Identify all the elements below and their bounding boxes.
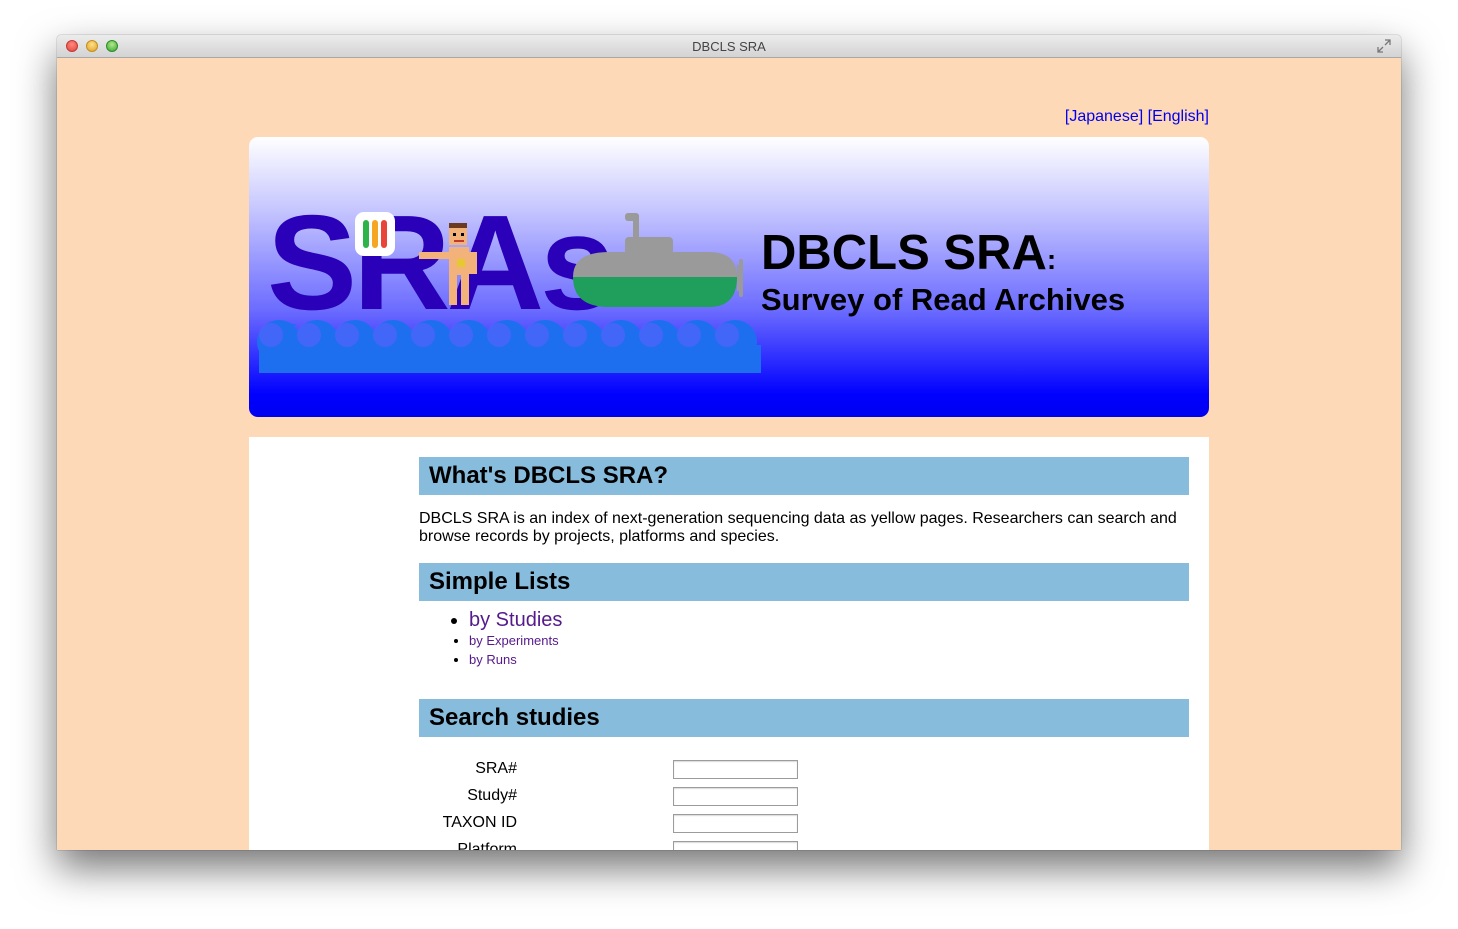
banner-subtitle: Survey of Read Archives xyxy=(761,282,1126,317)
sra-number-row: SRA# xyxy=(249,760,1209,780)
platform-input[interactable] xyxy=(673,841,798,850)
banner-title: DBCLS SRA: xyxy=(761,226,1057,280)
sra-number-input[interactable] xyxy=(673,760,798,779)
taxon-id-label: TAXON ID xyxy=(442,814,517,831)
sra-number-label: SRA# xyxy=(475,760,517,777)
site-banner: SRAs DBCLS SRA: Survey of Read Archives xyxy=(249,137,1209,417)
language-links: [Japanese] [English] xyxy=(1065,108,1209,126)
window-title: DBCLS SRA xyxy=(692,39,766,54)
simple-lists-heading: Simple Lists xyxy=(419,563,1189,601)
fullscreen-icon[interactable] xyxy=(1377,39,1391,53)
whats-heading: What's DBCLS SRA? xyxy=(419,457,1189,495)
by-experiments-link[interactable]: by Experiments xyxy=(469,633,559,648)
taxon-id-row: TAXON ID xyxy=(249,814,1209,834)
english-link[interactable]: [English] xyxy=(1148,108,1209,125)
list-item: by Studies xyxy=(469,609,562,631)
page-content: [Japanese] [English] SRAs DBCLS SRA: Sur… xyxy=(57,58,1401,850)
by-studies-link[interactable]: by Studies xyxy=(469,609,562,631)
platform-label: Platform xyxy=(457,841,517,850)
list-item: by Experiments xyxy=(469,631,562,650)
intro-text: DBCLS SRA is an index of next-generation… xyxy=(419,510,1177,545)
logo-text: SRAs xyxy=(267,187,611,338)
rainbow-badge-icon xyxy=(355,212,395,256)
study-number-label: Study# xyxy=(467,787,517,804)
main-panel: What's DBCLS SRA? DBCLS SRA is an index … xyxy=(249,437,1209,850)
list-item: by Runs xyxy=(469,650,562,669)
japanese-link[interactable]: [Japanese] xyxy=(1065,108,1143,125)
study-number-row: Study# xyxy=(249,787,1209,807)
browser-window: DBCLS SRA [Japanese] [English] SRAs DBCL… xyxy=(57,35,1401,850)
study-number-input[interactable] xyxy=(673,787,798,806)
platform-row: Platform xyxy=(249,841,1209,850)
taxon-id-input[interactable] xyxy=(673,814,798,833)
sras-logo: SRAs xyxy=(257,187,761,373)
by-runs-link[interactable]: by Runs xyxy=(469,652,517,667)
title-bar: DBCLS SRA xyxy=(57,35,1401,58)
search-studies-heading: Search studies xyxy=(419,699,1189,737)
simple-lists: by Studies by Experiments by Runs xyxy=(439,609,562,669)
